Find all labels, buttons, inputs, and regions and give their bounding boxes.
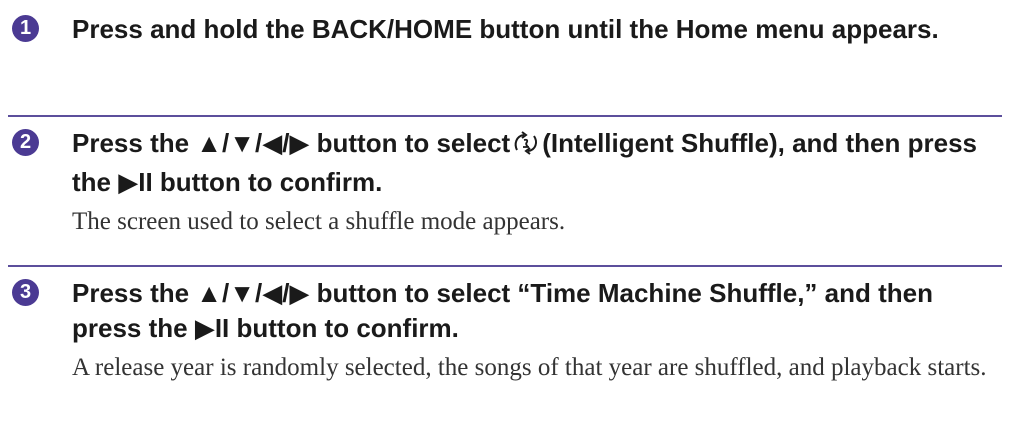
step-2-result: The screen used to select a shuffle mode… <box>72 208 566 235</box>
step-2: 2 Press the ▲/▼/◀/▶ button to select (Int… <box>12 126 1002 238</box>
divider <box>8 115 1002 117</box>
step-number-badge: 1 <box>12 15 39 42</box>
step-1-heading: 1 Press and hold the BACK/HOME button un… <box>12 12 1002 47</box>
divider <box>8 265 1002 267</box>
step-2-instruction-part1: Press the ▲/▼/◀/▶ button to select <box>72 128 511 158</box>
step-1: 1 Press and hold the BACK/HOME button un… <box>12 12 1002 47</box>
step-3-instruction: Press the ▲/▼/◀/▶ button to select “Time… <box>72 278 933 343</box>
step-3: 3 Press the ▲/▼/◀/▶ button to select “Ti… <box>12 276 1002 384</box>
instruction-page: 1 Press and hold the BACK/HOME button un… <box>0 0 1013 427</box>
step-2-instruction: Press the ▲/▼/◀/▶ button to select (Intel… <box>72 126 1002 200</box>
step-3-result: A release year is randomly selected, the… <box>72 354 987 381</box>
step-number-badge: 2 <box>12 129 39 156</box>
intelligent-shuffle-icon <box>512 130 540 165</box>
step-3-heading: 3 Press the ▲/▼/◀/▶ button to select “Ti… <box>12 276 1002 346</box>
step-number-badge: 3 <box>12 279 39 306</box>
step-2-heading: 2 Press the ▲/▼/◀/▶ button to select (Int… <box>12 126 1002 200</box>
step-1-instruction: Press and hold the BACK/HOME button unti… <box>72 14 939 44</box>
